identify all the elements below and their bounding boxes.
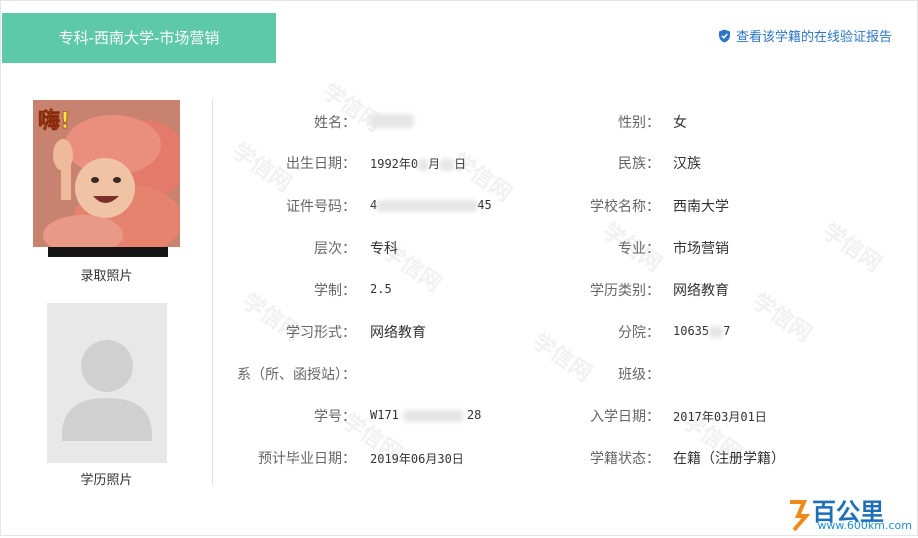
birth-date-value: 1992年0 月日 bbox=[370, 155, 466, 172]
birth-day-redaction bbox=[440, 158, 455, 171]
student-number-redaction bbox=[402, 409, 463, 422]
expected-graduation-value: 2019年06月30日 bbox=[370, 452, 464, 466]
enrollment-date-value: 2017年03月01日 bbox=[673, 410, 767, 424]
birth-month-unit: 月 bbox=[428, 157, 441, 171]
diploma-photo-placeholder bbox=[47, 303, 167, 463]
name-value bbox=[370, 113, 414, 129]
birth-date-prefix: 1992年0 bbox=[370, 157, 419, 171]
major-value: 市场营销 bbox=[673, 241, 729, 257]
branch-value-prefix: 10635 bbox=[673, 324, 710, 338]
verify-report-link[interactable]: 查看该学籍的在线验证报告 bbox=[718, 26, 892, 45]
admission-photo-bar bbox=[48, 247, 168, 257]
id-number-prefix: 4 bbox=[370, 198, 378, 212]
major-label: 专业： bbox=[618, 241, 660, 257]
student-number-suffix: 28 bbox=[466, 408, 482, 422]
birth-month-redaction bbox=[418, 158, 429, 171]
level-value: 专科 bbox=[370, 241, 398, 257]
class-label: 班级： bbox=[618, 367, 660, 383]
id-number-suffix: 45 bbox=[477, 198, 492, 212]
gender-label: 性别： bbox=[618, 115, 660, 131]
branch-value-suffix: 7 bbox=[723, 324, 731, 338]
diploma-photo-label: 学历照片 bbox=[80, 473, 133, 488]
study-form-value: 网络教育 bbox=[370, 325, 426, 341]
divider bbox=[212, 98, 213, 486]
school-name-label: 学校名称： bbox=[590, 199, 660, 215]
student-number-label: 学号： bbox=[314, 409, 356, 425]
shield-check-icon bbox=[718, 29, 730, 42]
branch-value: 10635 7 bbox=[673, 324, 730, 338]
admission-photo-label: 录取照片 bbox=[80, 269, 133, 284]
user-avatar-icon bbox=[62, 340, 152, 441]
name-redaction bbox=[370, 114, 414, 128]
admission-photo-badge: 嗨! bbox=[38, 108, 70, 134]
record-tab-title: 专科-西南大学-市场营销 bbox=[2, 13, 276, 63]
admission-photo: 嗨! bbox=[33, 100, 180, 247]
site-url: www.600km.com bbox=[817, 519, 912, 532]
id-number-label: 证件号码： bbox=[286, 199, 356, 215]
id-number-value: 4 45 bbox=[370, 198, 492, 212]
school-name-value: 西南大学 bbox=[673, 199, 729, 215]
level-label: 层次： bbox=[314, 241, 356, 257]
verify-report-link-label: 查看该学籍的在线验证报告 bbox=[735, 30, 892, 45]
birth-date-label: 出生日期： bbox=[286, 156, 356, 172]
student-number-prefix: W171 bbox=[370, 408, 399, 422]
name-label: 姓名： bbox=[314, 115, 356, 131]
id-number-redaction bbox=[377, 199, 478, 212]
student-number-value: W171 28 bbox=[370, 408, 481, 422]
department-label: 系（所、函授站）： bbox=[237, 367, 356, 383]
branch-label: 分院： bbox=[618, 325, 660, 341]
duration-value: 2.5 bbox=[370, 282, 392, 296]
branch-redaction bbox=[709, 325, 724, 338]
duration-label: 学制： bbox=[314, 283, 356, 299]
enrollment-status-label: 学籍状态： bbox=[590, 451, 660, 467]
birth-day-unit: 日 bbox=[454, 157, 467, 171]
study-form-label: 学习形式： bbox=[286, 325, 356, 341]
expected-graduation-label: 预计毕业日期： bbox=[258, 451, 356, 467]
gender-value: 女 bbox=[673, 115, 687, 131]
education-type-label: 学历类别： bbox=[590, 283, 660, 299]
enrollment-date-label: 入学日期： bbox=[590, 409, 660, 425]
enrollment-status-value: 在籍（注册学籍） bbox=[673, 451, 785, 467]
ethnicity-label: 民族： bbox=[618, 156, 660, 172]
education-type-value: 网络教育 bbox=[673, 283, 729, 299]
ethnicity-value: 汉族 bbox=[673, 156, 701, 172]
